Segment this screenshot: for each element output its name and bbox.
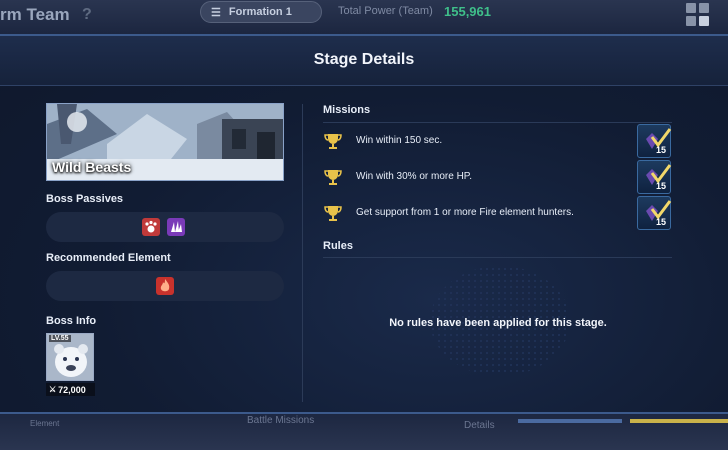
background-element-label: Element — [30, 419, 60, 428]
missions-label: Missions — [323, 104, 371, 116]
help-icon[interactable]: ? — [82, 6, 92, 24]
trophy-icon — [324, 206, 342, 221]
mission-text: Get support from 1 or more Fire element … — [356, 207, 574, 218]
mission-text: Win within 150 sec. — [356, 135, 443, 146]
sword-icon: ⚔ — [49, 385, 57, 394]
claw-icon[interactable] — [167, 218, 185, 236]
background-top-bar: rm Team ? ☰ Formation 1 Total Power (Tea… — [0, 0, 728, 34]
grid-menu-icon[interactable] — [686, 3, 710, 27]
boss-portrait[interactable]: LV.55 — [46, 333, 94, 381]
trophy-icon — [324, 134, 342, 149]
boss-info-label: Boss Info — [46, 315, 97, 327]
recommended-element-label: Recommended Element — [46, 252, 171, 264]
rules-empty-message: No rules have been applied for this stag… — [389, 317, 607, 329]
background-progress-bar — [518, 419, 622, 423]
fire-icon[interactable] — [156, 277, 174, 295]
recommended-element-row — [46, 271, 284, 301]
trophy-icon — [324, 170, 342, 185]
mission-reward[interactable]: 15 — [637, 124, 672, 158]
boss-level: LV.55 — [49, 335, 71, 342]
boss-passives-row — [46, 212, 284, 242]
mission-item: Win with 30% or more HP. 15 — [323, 160, 673, 194]
formation-selector[interactable]: ☰ Formation 1 — [200, 1, 322, 23]
rules-label: Rules — [323, 240, 353, 252]
column-divider — [302, 104, 303, 402]
background-battle-missions: Battle Missions — [247, 415, 315, 426]
mission-text: Win with 30% or more HP. — [356, 171, 472, 182]
formation-label: Formation 1 — [228, 6, 292, 18]
paw-icon[interactable] — [142, 218, 160, 236]
background-bottom-bar: Element Battle Missions Details — [0, 412, 728, 450]
background-details: Details — [464, 420, 495, 431]
stage-banner: Wild Beasts — [46, 103, 284, 181]
rules-divider — [323, 257, 672, 258]
background-progress-bar-gold — [630, 419, 728, 423]
mission-reward[interactable]: 15 — [637, 160, 672, 194]
mission-item: Get support from 1 or more Fire element … — [323, 196, 673, 230]
stage-details-modal: Stage Details Wild Beasts Boss Passives … — [0, 34, 728, 414]
background-page-title: rm Team — [0, 5, 70, 24]
missions-divider — [323, 122, 672, 123]
reward-count: 15 — [655, 181, 666, 191]
boss-power-value: 72,000 — [58, 384, 86, 395]
reward-count: 15 — [655, 145, 666, 155]
boss-passives-label: Boss Passives — [46, 193, 124, 205]
modal-title: Stage Details — [313, 51, 415, 68]
stage-name: Wild Beasts — [52, 159, 132, 175]
reward-count: 15 — [655, 217, 666, 227]
mission-reward[interactable]: 15 — [637, 196, 672, 230]
total-power-value: 155,961 — [444, 4, 491, 19]
menu-icon: ☰ — [211, 6, 221, 19]
boss-power-badge: ⚔ 72,000 — [46, 383, 95, 396]
total-power-label: Total Power (Team) — [338, 5, 433, 17]
mission-item: Win within 150 sec. 15 — [323, 124, 673, 158]
modal-header: Stage Details — [0, 36, 728, 86]
